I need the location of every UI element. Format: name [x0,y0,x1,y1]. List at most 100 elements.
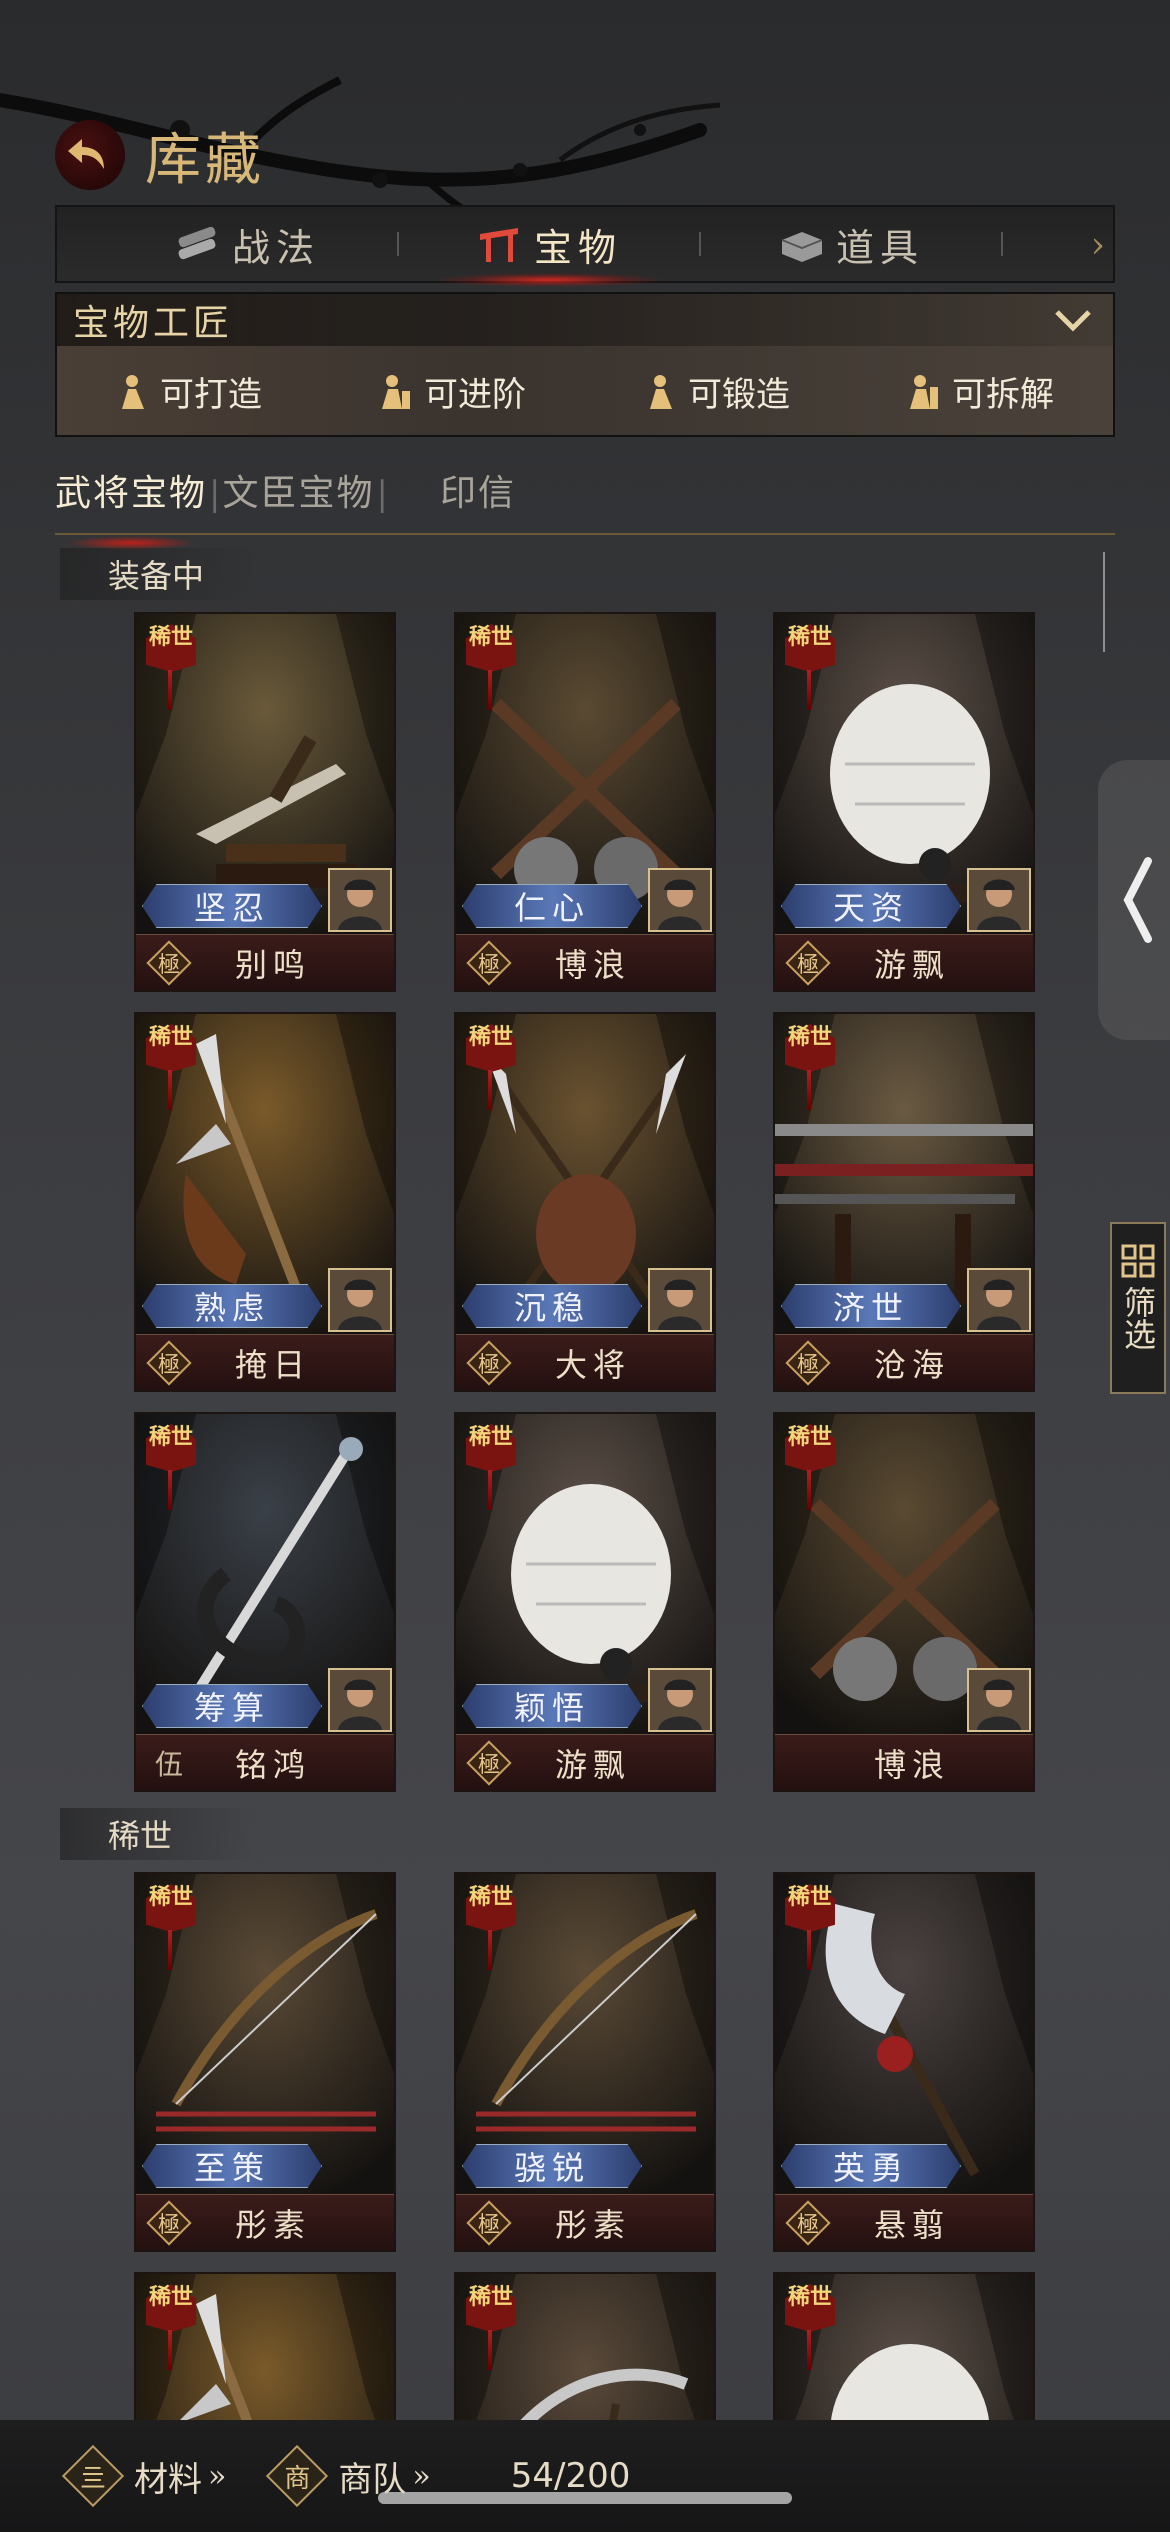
rarity-tag: 稀世 [781,1022,839,1110]
craftsman-header[interactable]: 宝物工匠 [57,294,1113,346]
back-button[interactable] [55,120,125,190]
general-avatar [648,1668,712,1732]
treasure-name-bar: 極 彤素 [136,2194,394,2250]
bottom-bar: 亖 材料 » 商 商队 » 54/200 [0,2420,1170,2532]
tab-divider [1001,232,1003,256]
treasure-name: 游飘 [554,1745,631,1784]
subtab-minister-treasures[interactable]: 文臣宝物 [222,464,374,524]
treasure-name: 彤素 [554,2205,631,2244]
grade-label: 伍 [154,1747,183,1781]
treasure-card[interactable]: 稀世博浪 [773,1412,1035,1792]
treasure-card[interactable]: 稀世 英勇極 悬翦 [773,1872,1035,2252]
upgrade-figure-icon [382,374,410,409]
page-title: 库藏 [145,127,265,193]
treasure-card[interactable]: 稀世天资極 游飘 [773,612,1035,992]
craftsman-title: 宝物工匠 [73,303,234,344]
chevron-right-icon[interactable]: › [1091,225,1105,266]
trait-label: 坚忍 [142,884,322,928]
section-rare: 稀世 [60,1808,260,1860]
treasure-name-bar: 極 博浪 [456,934,714,990]
rarity-tag: 稀世 [781,622,839,710]
treasure-name-bar: 極 沧海 [775,1334,1033,1390]
double-chevron-icon: » [208,2458,227,2494]
storage-count: 54/200 [510,2456,631,2496]
materials-button[interactable]: 亖 材料 » [61,2444,227,2508]
scroll-bundle-icon [178,226,216,260]
rarity-tag: 稀世 [142,622,200,710]
treasure-name: 博浪 [554,945,631,984]
grade-badge-icon: 極 [785,2199,831,2246]
general-avatar [648,868,712,932]
craft-action-upgrade[interactable]: 可进阶 [321,367,585,416]
section-equipped: 装备中 [60,548,260,600]
general-avatar [328,1668,392,1732]
treasure-name-bar: 極 游飘 [775,934,1033,990]
general-avatar [967,1268,1031,1332]
rarity-tag: 稀世 [462,1022,520,1110]
treasure-card[interactable]: 稀世 颖悟極 游飘 [454,1412,716,1792]
grade-badge-icon: 極 [466,1339,512,1386]
materials-icon: 亖 [61,2444,125,2508]
craft-action-smith[interactable]: 可锻造 [585,367,849,416]
double-chevron-icon: » [412,2458,431,2494]
treasure-card[interactable]: 稀世骁锐極 彤素 [454,1872,716,2252]
rarity-tag: 稀世 [142,1882,200,1970]
rarity-tag: 稀世 [781,1882,839,1970]
grade-badge-icon: 極 [466,2199,512,2246]
tab-items[interactable]: 道具 [701,207,1001,281]
chevron-down-icon[interactable] [1053,302,1093,338]
subtab-general-treasures[interactable]: 武将宝物 [55,464,207,550]
rarity-tag: 稀世 [462,2282,520,2370]
trait-label: 熟虑 [142,1284,322,1328]
grade-badge-icon: 極 [146,2199,192,2246]
rarity-tag: 稀世 [781,1422,839,1510]
treasure-card[interactable]: 稀世 沉稳極 大将 [454,1012,716,1392]
scrollbar[interactable] [1103,552,1105,652]
dismantle-figure-icon [910,374,938,409]
treasure-card[interactable]: 稀世 熟虑極 掩日 [134,1012,396,1392]
treasure-name: 铭鸿 [234,1745,311,1784]
filter-button[interactable]: 筛选 [1110,1222,1166,1394]
treasure-name-bar: 極 别鸣 [136,934,394,990]
treasure-name: 博浪 [873,1745,950,1784]
treasure-subtabs: 武将宝物 | 文臣宝物 | 印信 [55,455,1115,550]
tab-treasures[interactable]: 宝物 [399,207,699,287]
grade-badge-icon: 極 [146,939,192,986]
trait-label: 颖悟 [462,1684,642,1728]
treasure-name: 悬翦 [873,2205,950,2244]
chest-icon [781,232,823,262]
treasure-card[interactable]: 稀世 筹算伍 铭鸿 [134,1412,396,1792]
treasure-card[interactable]: 稀世 济世極 沧海 [773,1012,1035,1392]
main-tabs: 战法 宝物 道具 › [55,205,1115,287]
treasure-name-bar: 極 彤素 [456,2194,714,2250]
tab-tactics[interactable]: 战法 [97,207,397,281]
craft-action-forge[interactable]: 可打造 [57,367,321,416]
craftsman-panel: 宝物工匠 可打造 可进阶 可锻造 可拆解 [55,292,1115,437]
grade-badge-icon: 極 [785,939,831,986]
back-arrow-icon [68,139,104,169]
treasure-name: 彤素 [234,2205,311,2244]
rarity-tag: 稀世 [462,1882,520,1970]
trait-label: 骁锐 [462,2144,642,2188]
side-drawer-handle[interactable] [1098,760,1170,1040]
grade-badge-icon: 極 [466,1739,512,1786]
general-avatar [967,1668,1031,1732]
grade-badge-icon: 極 [146,1339,192,1386]
treasure-name: 掩日 [234,1345,311,1384]
treasure-card[interactable]: 稀世 仁心極 博浪 [454,612,716,992]
treasure-name: 沧海 [873,1345,950,1384]
header: 库藏 [55,110,265,200]
subtab-divider: | [376,474,388,514]
subtab-seals[interactable]: 印信 [440,464,516,524]
treasure-name-bar: 極 悬翦 [775,2194,1033,2250]
trait-label: 至策 [142,2144,322,2188]
treasure-card[interactable]: 稀世至策極 彤素 [134,1872,396,2252]
trait-label: 天资 [781,884,961,928]
forge-figure-icon [122,374,144,409]
craft-action-dismantle[interactable]: 可拆解 [849,367,1113,416]
treasure-name-bar: 極 大将 [456,1334,714,1390]
grade-badge-icon: 極 [785,1339,831,1386]
home-indicator[interactable] [378,2492,792,2504]
treasure-card[interactable]: 稀世坚忍極 别鸣 [134,612,396,992]
treasure-name: 游飘 [873,945,950,984]
